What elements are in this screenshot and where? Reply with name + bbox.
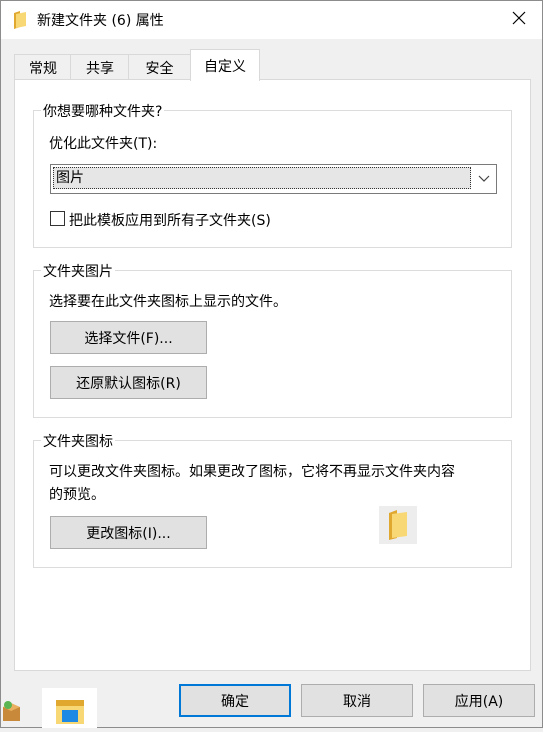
window-title: 新建文件夹 (6) 属性 <box>37 13 164 29</box>
tab-content-panel: 你想要哪种文件夹? 优化此文件夹(T): 图片 把此模板应用到所有子文件夹(S)… <box>14 79 531 671</box>
group-title: 文件夹图标 <box>41 431 115 451</box>
tab-label: 常规 <box>29 61 57 77</box>
button-label: 应用(A) <box>454 693 504 710</box>
close-button[interactable] <box>496 1 542 39</box>
button-label: 还原默认图标(R) <box>76 375 181 392</box>
folder-icon-group: 文件夹图标 可以更改文件夹图标。如果更改了图标，它将不再显示文件夹内容 的预览。… <box>33 431 512 568</box>
close-icon <box>512 11 526 29</box>
cancel-button[interactable]: 取消 <box>301 684 413 717</box>
package-icon[interactable] <box>0 697 24 725</box>
change-icon-button[interactable]: 更改图标(I)... <box>50 516 207 549</box>
tab-general[interactable]: 常规 <box>14 54 72 81</box>
tab-sharing[interactable]: 共享 <box>70 54 130 81</box>
optimize-dropdown[interactable]: 图片 <box>50 164 497 194</box>
group-title: 文件夹图片 <box>41 261 115 281</box>
apply-button[interactable]: 应用(A) <box>423 684 535 717</box>
folder-preview-image <box>379 506 417 544</box>
folder-icon <box>13 11 27 29</box>
tab-label: 自定义 <box>204 58 246 75</box>
button-label: 更改图标(I)... <box>86 525 171 542</box>
tab-security[interactable]: 安全 <box>128 54 191 81</box>
file-explorer-icon[interactable] <box>42 688 97 728</box>
ok-button[interactable]: 确定 <box>179 684 291 717</box>
folder-picture-group: 文件夹图片 选择要在此文件夹图标上显示的文件。 选择文件(F)... 还原默认图… <box>33 261 512 418</box>
optimize-selected-value: 图片 <box>53 167 471 189</box>
group-title: 你想要哪种文件夹? <box>41 101 165 121</box>
optimize-group: 你想要哪种文件夹? 优化此文件夹(T): 图片 把此模板应用到所有子文件夹(S) <box>33 101 512 248</box>
folder-picture-description: 选择要在此文件夹图标上显示的文件。 <box>49 294 287 310</box>
apply-subfolders-label[interactable]: 把此模板应用到所有子文件夹(S) <box>69 210 271 230</box>
folder-icon-description-line1: 可以更改文件夹图标。如果更改了图标，它将不再显示文件夹内容 <box>49 464 455 480</box>
properties-dialog: 新建文件夹 (6) 属性 常规 共享 安全 自定义 你想要哪种文件夹? 优化此文 <box>0 0 543 728</box>
tab-label: 安全 <box>145 61 174 77</box>
button-label: 取消 <box>343 693 371 710</box>
chevron-down-icon[interactable] <box>472 165 496 193</box>
folder-icon-description-line2: 的预览。 <box>49 487 105 503</box>
optimize-label: 优化此文件夹(T): <box>49 136 158 152</box>
restore-default-icon-button[interactable]: 还原默认图标(R) <box>50 366 207 399</box>
tab-customize[interactable]: 自定义 <box>190 49 260 81</box>
title-bar[interactable]: 新建文件夹 (6) 属性 <box>1 1 542 39</box>
apply-subfolders-checkbox[interactable] <box>50 211 65 226</box>
tab-label: 共享 <box>86 61 114 77</box>
button-label: 选择文件(F)... <box>84 330 173 347</box>
button-label: 确定 <box>221 693 249 710</box>
choose-file-button[interactable]: 选择文件(F)... <box>50 321 207 354</box>
